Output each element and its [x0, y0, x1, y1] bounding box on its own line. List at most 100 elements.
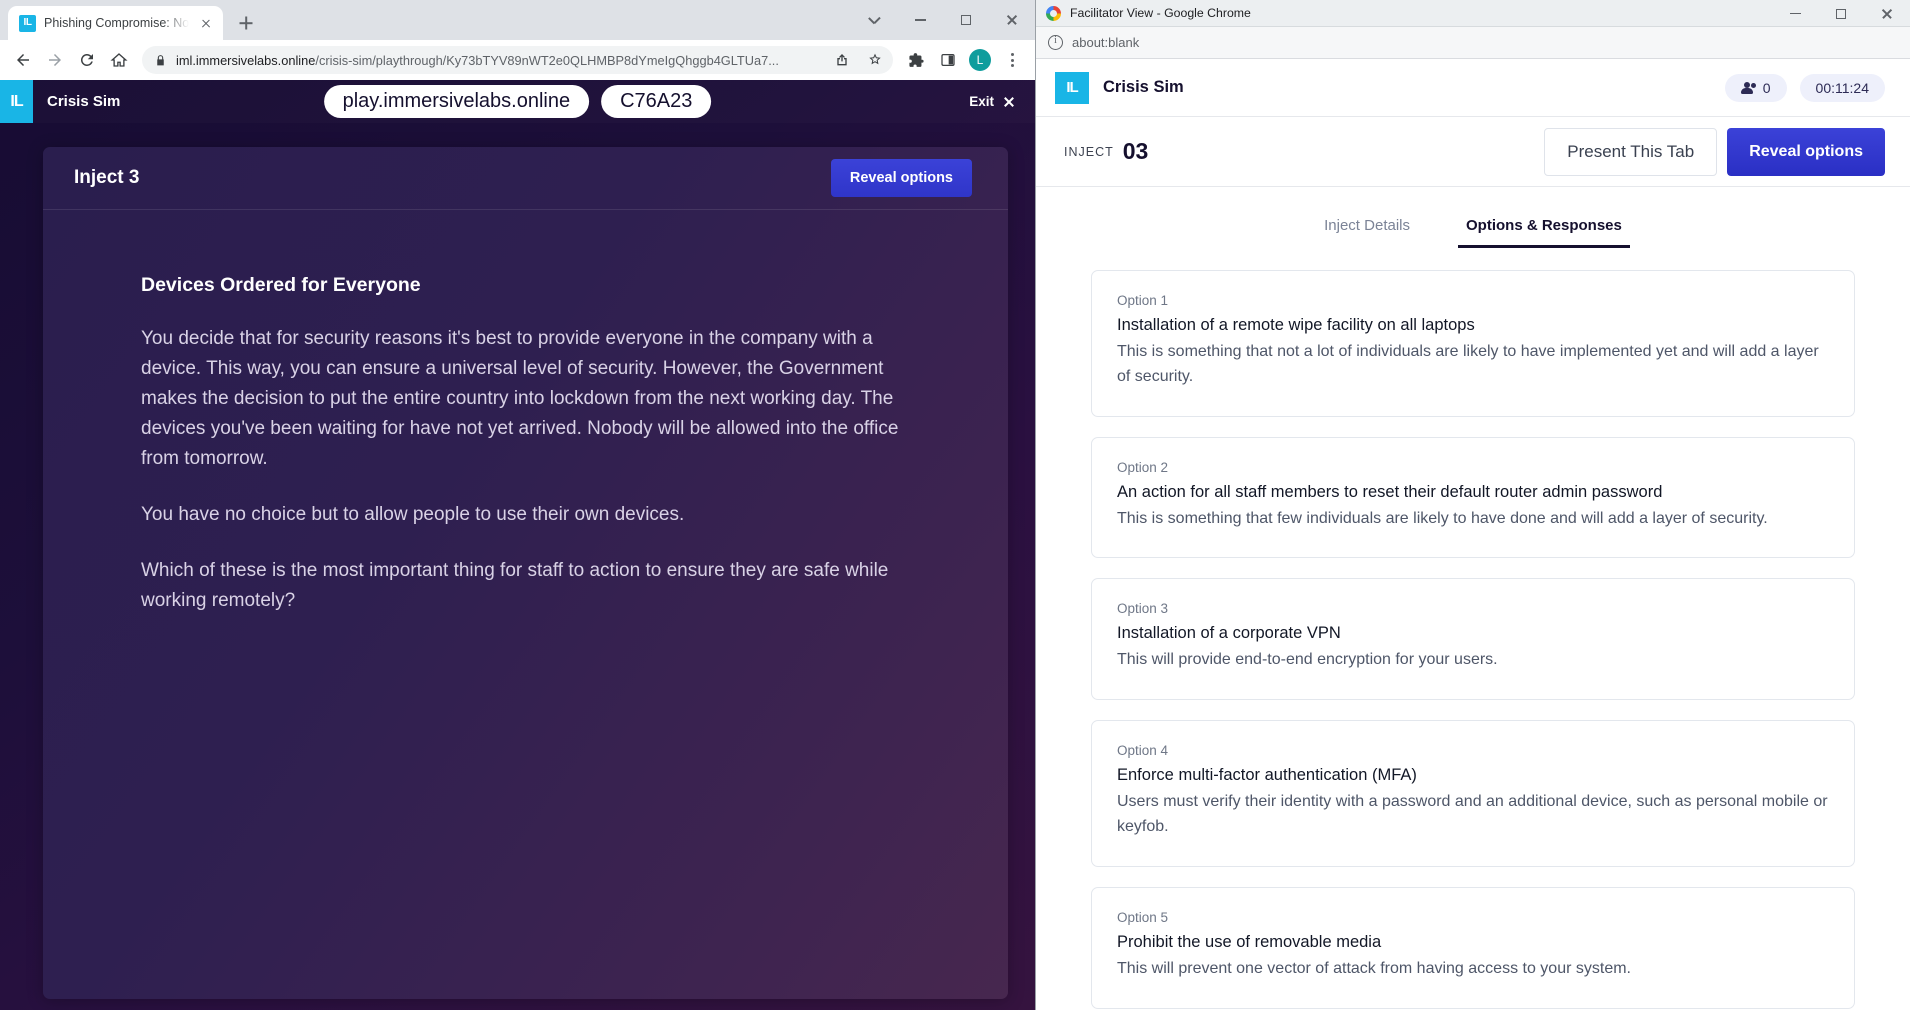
minimize-icon [1789, 12, 1801, 15]
home-button[interactable] [104, 45, 134, 75]
option-card[interactable]: Option 2 An action for all staff members… [1091, 436, 1855, 559]
avatar: L [969, 49, 991, 71]
fv-logo-text: IL [1066, 79, 1078, 96]
tab-strip: IL Phishing Compromise: Nov 13, 2 [0, 0, 1035, 40]
browser-menu-button[interactable] [997, 45, 1027, 75]
left-browser-window: IL Phishing Compromise: Nov 13, 2 [0, 0, 1035, 1010]
users-icon [1740, 81, 1756, 94]
sim-join-pills: play.immersivelabs.online C76A23 [323, 85, 712, 118]
browser-tab[interactable]: IL Phishing Compromise: Nov 13, 2 [8, 6, 223, 40]
inject-card: Inject 3 Reveal options Devices Ordered … [43, 147, 1008, 999]
home-icon [110, 53, 128, 67]
inject-body-heading: Devices Ordered for Everyone [141, 274, 421, 296]
immersive-labs-logo-icon: IL [19, 14, 36, 32]
facilitator-url-text: about:blank [1072, 35, 1140, 50]
reload-button[interactable] [72, 45, 102, 75]
forward-button[interactable] [40, 45, 70, 75]
close-icon [1006, 14, 1018, 26]
close-icon [1881, 8, 1893, 20]
plus-icon[interactable] [231, 8, 261, 38]
star-icon [869, 53, 881, 65]
chrome-logo-icon [1046, 5, 1061, 21]
crisis-sim-page: IL Crisis Sim play.immersivelabs.online … [0, 80, 1035, 1010]
facilitator-tabs: Inject Details Options & Responses [1036, 211, 1910, 248]
chevron-down-icon [869, 17, 880, 24]
option-card[interactable]: Option 1 Installation of a remote wipe f… [1091, 270, 1855, 417]
url-text: iml.immersivelabs.online/crisis-sim/play… [176, 53, 821, 68]
inject-label: INJECT [1064, 144, 1114, 159]
sim-topbar: IL Crisis Sim play.immersivelabs.online … [0, 80, 1035, 123]
inject-card-header: Inject 3 Reveal options [43, 147, 1008, 210]
sim-brand: Crisis Sim [47, 93, 121, 110]
facilitator-brand: Crisis Sim [1103, 78, 1184, 96]
inject-title: Inject 3 [74, 167, 140, 188]
option-title: Enforce multi-factor authentication (MFA… [1117, 766, 1417, 785]
inject-body: Devices Ordered for Everyone You decide … [43, 210, 1008, 616]
participants-count: 0 [1762, 79, 1771, 96]
facilitator-header: IL Crisis Sim 0 00:11:24 [1036, 59, 1910, 117]
option-card[interactable]: Option 3 Installation of a corporate VPN… [1091, 578, 1855, 701]
info-circle-icon [1048, 35, 1063, 50]
bookmark-button[interactable] [863, 45, 887, 75]
tab-inject-details[interactable]: Inject Details [1316, 211, 1418, 248]
join-url-pill: play.immersivelabs.online [323, 85, 590, 118]
inject-paragraph-2: You have no choice but to allow people t… [141, 504, 685, 526]
favicon-text: IL [23, 17, 32, 28]
option-card[interactable]: Option 5 Prohibit the use of removable m… [1091, 886, 1855, 1009]
sim-logo-text: IL [10, 92, 23, 110]
immersive-labs-logo-icon: IL [1055, 71, 1089, 104]
close-icon[interactable] [197, 14, 215, 32]
join-code-pill: C76A23 [601, 85, 712, 118]
facilitator-window-controls [1772, 0, 1910, 27]
profile-button[interactable]: L [965, 45, 995, 75]
facilitator-actions: Present This Tab Reveal options [1544, 127, 1885, 176]
extensions-button[interactable] [901, 45, 931, 75]
option-card[interactable]: Option 4 Enforce multi-factor authentica… [1091, 720, 1855, 867]
inject-paragraph-3: Which of these is the most important thi… [141, 560, 889, 612]
minimize-icon [914, 19, 926, 21]
three-dots-icon [1004, 52, 1020, 68]
screen: IL Phishing Compromise: Nov 13, 2 [0, 0, 1910, 1010]
immersive-labs-logo-icon: IL [0, 80, 33, 123]
facilitator-titlebar: Facilitator View - Google Chrome [1036, 0, 1910, 27]
facilitator-status-chips: 0 00:11:24 [1724, 73, 1885, 102]
tab-options-responses[interactable]: Options & Responses [1458, 211, 1630, 248]
minimize-button[interactable] [897, 0, 943, 40]
side-panel-button[interactable] [933, 45, 963, 75]
options-list: Option 1 Installation of a remote wipe f… [1036, 248, 1910, 1009]
reveal-options-button[interactable]: Reveal options [830, 159, 972, 197]
reveal-options-button[interactable]: Reveal options [1727, 127, 1885, 176]
arrow-right-icon [49, 54, 61, 66]
url-domain: iml.immersivelabs.online [176, 52, 316, 68]
option-description: This is something that few individuals a… [1117, 509, 1768, 527]
address-bar[interactable]: iml.immersivelabs.online/crisis-sim/play… [142, 46, 893, 74]
back-button[interactable] [8, 45, 38, 75]
timer-chip: 00:11:24 [1799, 73, 1885, 102]
facilitator-inject-row: INJECT 03 Present This Tab Reveal option… [1036, 117, 1910, 187]
tab-title: Phishing Compromise: Nov 13, 2 [44, 16, 189, 30]
puzzle-piece-icon [908, 52, 924, 67]
reload-icon [80, 53, 93, 66]
maximize-button[interactable] [943, 0, 989, 40]
maximize-icon [1836, 8, 1846, 19]
minimize-button[interactable] [1772, 0, 1818, 27]
tab-search-button[interactable] [851, 0, 897, 40]
maximize-button[interactable] [1818, 0, 1864, 27]
right-browser-window: Facilitator View - Google Chrome about:b… [1035, 0, 1910, 1010]
option-number: Option 3 [1117, 601, 1169, 617]
option-title: Prohibit the use of removable media [1117, 932, 1382, 951]
present-this-tab-button[interactable]: Present This Tab [1544, 127, 1718, 176]
option-title: An action for all staff members to reset… [1117, 482, 1663, 501]
url-path: /crisis-sim/playthrough/Ky73bTYV89nWT2e0… [315, 52, 779, 68]
facilitator-window-title: Facilitator View - Google Chrome [1070, 6, 1251, 20]
share-button[interactable] [830, 45, 854, 75]
participants-chip: 0 [1724, 73, 1787, 102]
facilitator-address-bar[interactable]: about:blank [1036, 27, 1910, 59]
option-description: Users must verify their identity with a … [1117, 793, 1828, 835]
side-panel-icon [941, 54, 955, 66]
close-window-button[interactable] [1864, 0, 1910, 27]
inject-paragraph-1: You decide that for security reasons it'… [141, 328, 899, 470]
close-window-button[interactable] [989, 0, 1035, 40]
window-controls [851, 0, 1035, 40]
exit-button[interactable]: Exit [969, 94, 1015, 109]
